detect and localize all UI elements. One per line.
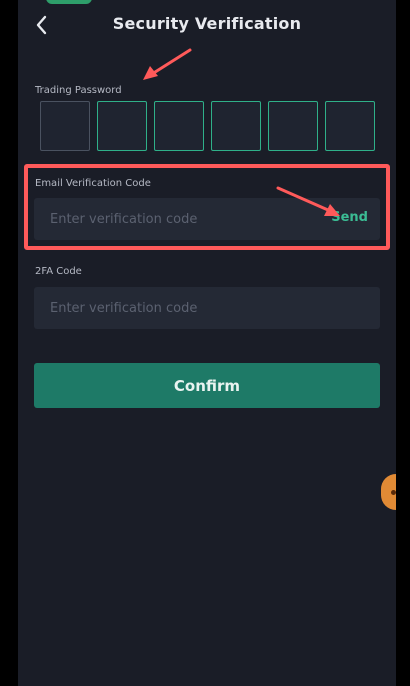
- pin-digit-5[interactable]: [268, 101, 318, 151]
- twofa-input[interactable]: [34, 287, 314, 329]
- phone-screen: Security Verification Trading Password E…: [18, 0, 396, 686]
- twofa-field: [34, 287, 380, 329]
- send-code-button[interactable]: Send: [331, 210, 368, 225]
- pin-digit-2[interactable]: [97, 101, 147, 151]
- header: Security Verification: [18, 8, 396, 42]
- floating-assistant-button[interactable]: [381, 474, 396, 510]
- status-indicator: [46, 0, 92, 4]
- pin-digit-1[interactable]: [40, 101, 90, 151]
- email-code-field: Send: [34, 198, 380, 240]
- pin-digit-6[interactable]: [325, 101, 375, 151]
- email-code-label: Email Verification Code: [35, 178, 151, 189]
- page-title: Security Verification: [112, 14, 302, 33]
- twofa-label: 2FA Code: [35, 266, 82, 277]
- trading-password-label: Trading Password: [35, 85, 122, 96]
- pin-digit-4[interactable]: [211, 101, 261, 151]
- letterbox-right: [396, 0, 410, 686]
- pin-digit-3[interactable]: [154, 101, 204, 151]
- confirm-button[interactable]: Confirm: [34, 363, 380, 408]
- email-code-input[interactable]: [34, 198, 314, 240]
- trading-password-input[interactable]: [40, 101, 378, 153]
- letterbox-left: [0, 0, 18, 686]
- assistant-dot-icon: [391, 490, 396, 495]
